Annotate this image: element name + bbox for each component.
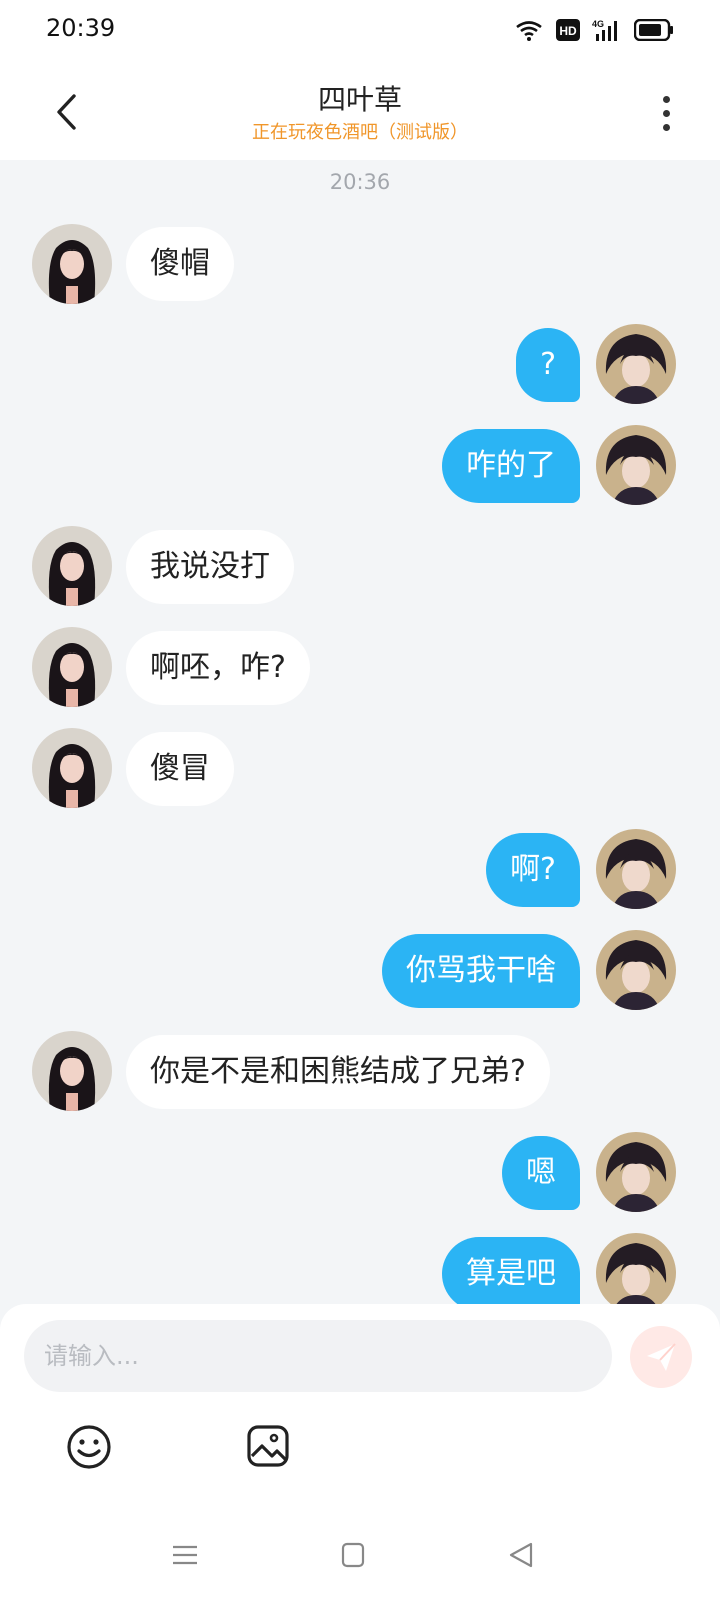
hd-icon: HD	[556, 19, 580, 45]
user-avatar[interactable]	[596, 425, 676, 505]
message-list[interactable]: 20:36 傻帽 ? 咋的了 我说没打 啊呸，咋? 傻冒 啊? 你骂我干啥 你是…	[0, 160, 720, 1304]
system-nav-bar	[0, 1520, 720, 1600]
system-back-button[interactable]	[508, 1542, 534, 1572]
contact-avatar[interactable]	[32, 224, 112, 304]
svg-text:HD: HD	[559, 24, 577, 38]
message-bubble-outgoing[interactable]: 嗯	[502, 1136, 580, 1210]
status-icons: HD 4G	[514, 18, 674, 46]
home-square-icon	[341, 1542, 365, 1568]
battery-icon	[633, 18, 674, 45]
image-icon	[247, 1425, 289, 1467]
message-bubble-incoming[interactable]: 傻帽	[126, 227, 234, 301]
svg-text:4G: 4G	[592, 19, 604, 29]
user-avatar[interactable]	[596, 930, 676, 1010]
message-input[interactable]	[24, 1320, 612, 1392]
message-bubble-incoming[interactable]: 啊呸，咋?	[126, 631, 310, 705]
message-bubble-outgoing[interactable]: 咋的了	[442, 429, 580, 503]
message-bubble-incoming[interactable]: 傻冒	[126, 732, 234, 806]
home-button[interactable]	[341, 1542, 365, 1572]
user-avatar[interactable]	[596, 1132, 676, 1212]
recents-button[interactable]	[172, 1542, 198, 1572]
contact-avatar[interactable]	[32, 627, 112, 707]
message-bubble-incoming[interactable]: 你是不是和困熊结成了兄弟?	[126, 1035, 550, 1109]
image-picker-button[interactable]	[246, 1424, 290, 1472]
menu-icon	[173, 1545, 197, 1565]
message-bubble-outgoing[interactable]: ?	[516, 328, 580, 402]
4g-signal-icon: 4G	[592, 18, 622, 46]
smiley-icon	[67, 1425, 111, 1469]
paper-plane-icon	[647, 1343, 676, 1371]
user-avatar[interactable]	[596, 829, 676, 909]
back-triangle-icon	[509, 1542, 533, 1568]
chat-header: 四叶草 正在玩夜色酒吧（测试版）	[0, 64, 720, 160]
wifi-icon	[514, 18, 544, 46]
contact-avatar[interactable]	[32, 728, 112, 808]
contact-status: 正在玩夜色酒吧（测试版）	[252, 122, 468, 143]
contact-name: 四叶草	[317, 83, 402, 116]
message-bubble-outgoing[interactable]: 你骂我干啥	[382, 934, 580, 1008]
message-bubble-incoming[interactable]: 我说没打	[126, 530, 294, 604]
more-options-button[interactable]	[646, 90, 686, 136]
message-bubble-outgoing[interactable]: 啊?	[486, 833, 580, 907]
status-bar: 20:39 HD 4G	[0, 0, 720, 64]
status-time: 20:39	[46, 14, 116, 42]
contact-avatar[interactable]	[32, 1031, 112, 1111]
message-bubble-outgoing[interactable]: 算是吧	[442, 1237, 580, 1304]
send-button[interactable]	[630, 1326, 692, 1388]
contact-avatar[interactable]	[32, 526, 112, 606]
user-avatar[interactable]	[596, 1233, 676, 1304]
emoji-button[interactable]	[66, 1424, 112, 1474]
user-avatar[interactable]	[596, 324, 676, 404]
more-vertical-icon	[662, 95, 670, 103]
message-timestamp: 20:36	[329, 170, 391, 194]
